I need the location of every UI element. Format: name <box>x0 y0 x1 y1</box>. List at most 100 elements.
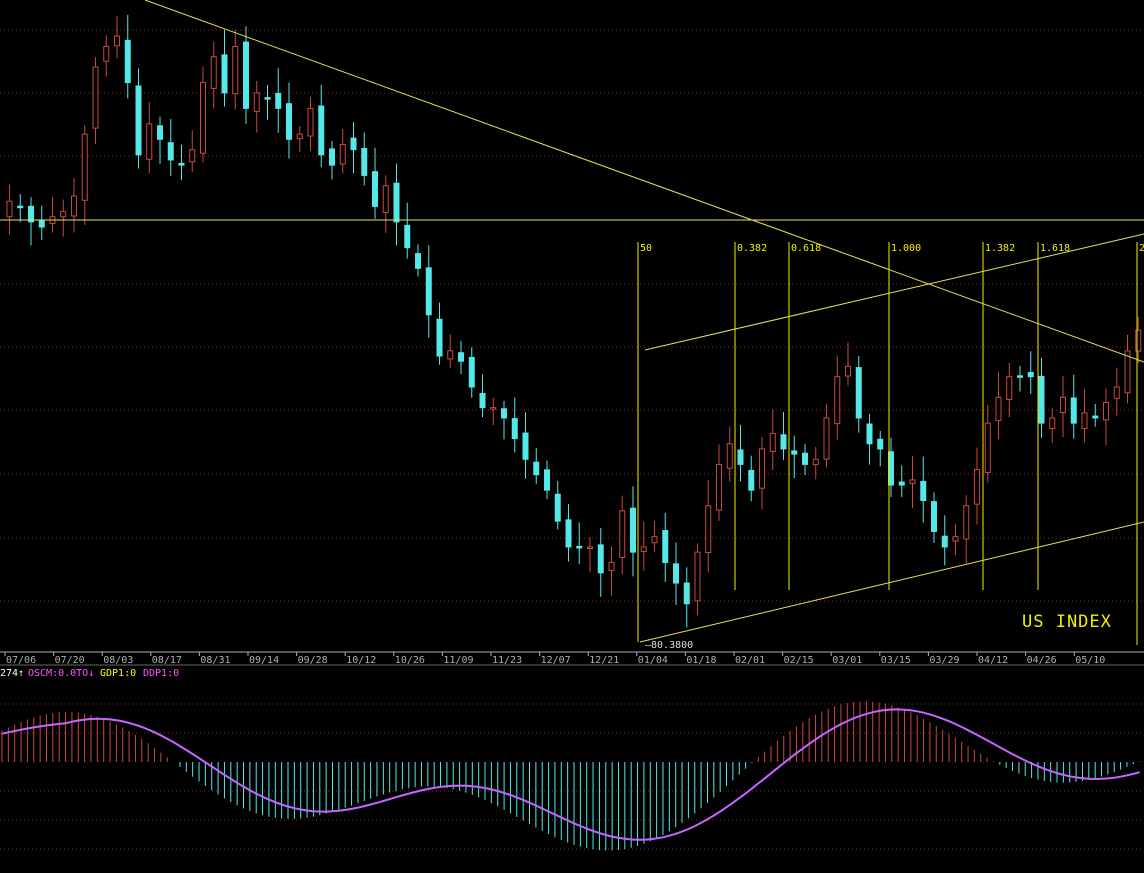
candle <box>984 422 991 473</box>
candle <box>6 200 13 218</box>
x-tick-label: 04/26 <box>1027 655 1057 666</box>
indicator-label-oscm: OSCM:0.0TO↓ <box>28 668 95 679</box>
candle <box>952 536 959 542</box>
x-tick-label: 08/31 <box>200 655 230 666</box>
candle <box>501 408 507 419</box>
candle <box>329 148 335 166</box>
candle <box>103 45 110 62</box>
candle <box>479 392 486 409</box>
candle <box>253 92 260 112</box>
candle <box>167 142 174 161</box>
indicator-label-ddp1: DDP1:0 <box>143 668 180 679</box>
candle <box>705 505 712 554</box>
candle <box>812 458 819 466</box>
candle <box>382 185 389 214</box>
candle <box>877 438 884 450</box>
x-tick-label: 11/23 <box>492 655 522 666</box>
candle <box>318 105 325 156</box>
candle <box>38 220 45 228</box>
candle <box>1049 417 1056 429</box>
candle <box>522 432 529 460</box>
candle <box>737 449 744 465</box>
candle <box>995 396 1002 421</box>
candle <box>931 501 937 532</box>
candle <box>1027 371 1034 378</box>
candle <box>608 561 615 571</box>
candle <box>232 45 239 95</box>
candle <box>866 423 873 445</box>
candle <box>243 41 249 109</box>
candle <box>662 530 669 563</box>
candle <box>855 367 862 419</box>
candle <box>1103 401 1109 421</box>
candle <box>146 123 153 160</box>
candle <box>748 469 755 491</box>
candle <box>716 463 722 511</box>
candle <box>60 211 67 218</box>
candle <box>845 365 851 377</box>
chart-title: US INDEX <box>1022 612 1112 632</box>
candle <box>124 39 131 84</box>
candle <box>511 418 518 440</box>
x-tick-label: 12/07 <box>541 655 571 666</box>
candle <box>619 510 626 558</box>
candle <box>286 103 292 140</box>
x-tick-label: 10/12 <box>346 655 376 666</box>
candle <box>264 97 271 100</box>
downtrend-line <box>144 0 1144 363</box>
candle <box>135 85 142 156</box>
candle <box>17 205 24 209</box>
candle <box>683 582 690 605</box>
candle <box>823 417 830 460</box>
candle <box>157 125 163 140</box>
candle <box>275 92 282 109</box>
candle <box>447 350 454 360</box>
price-chart: 50 0.382 0.618 1.000 1.382 1.618 2 —80.3800 07/0… <box>0 0 1144 851</box>
candle <box>554 493 561 522</box>
x-tick-label: 10/26 <box>395 655 425 666</box>
candle <box>834 376 841 425</box>
candle <box>694 551 701 602</box>
candle <box>1038 375 1045 424</box>
fib-level-label: 1.618 <box>1040 243 1070 254</box>
candle <box>1092 415 1099 419</box>
fib-level-label: 1.382 <box>985 243 1015 254</box>
x-tick-label: 07/20 <box>55 655 85 666</box>
candle <box>898 481 905 486</box>
candle <box>404 224 411 249</box>
candle <box>490 407 497 410</box>
candle <box>544 469 550 491</box>
candle <box>597 544 604 574</box>
candle <box>673 563 679 584</box>
candle <box>920 480 927 502</box>
candle <box>1070 397 1077 424</box>
chart-root: 50 0.382 0.618 1.000 1.382 1.618 2 —80.3800 07/0… <box>0 0 1144 873</box>
candle <box>436 318 443 357</box>
x-tick-label: 01/04 <box>638 655 668 666</box>
candle <box>114 35 120 47</box>
indicator-label-gdp1: GDP1:0 <box>100 668 137 679</box>
candle <box>200 82 206 154</box>
candle <box>296 133 303 140</box>
indicator-label-last: 274↑ <box>0 668 25 679</box>
candle <box>769 432 776 452</box>
candle <box>81 133 88 201</box>
x-tick-label: 03/01 <box>832 655 862 666</box>
candle <box>576 545 583 549</box>
x-tick-label: 08/17 <box>152 655 182 666</box>
low-marker-label: —80.3800 <box>645 640 693 651</box>
x-tick-label: 12/21 <box>589 655 619 666</box>
candle <box>178 162 185 166</box>
candle <box>339 143 346 165</box>
x-tick-label: 04/12 <box>978 655 1008 666</box>
candle <box>726 443 733 469</box>
candle <box>393 182 400 223</box>
candle <box>415 253 421 269</box>
candle <box>458 352 464 362</box>
fib-level-label: 1.000 <box>891 243 921 254</box>
x-tick-label: 11/09 <box>443 655 473 666</box>
x-tick-label: 02/01 <box>735 655 765 666</box>
candle <box>630 507 636 553</box>
candle <box>565 519 572 548</box>
candle <box>791 450 798 455</box>
